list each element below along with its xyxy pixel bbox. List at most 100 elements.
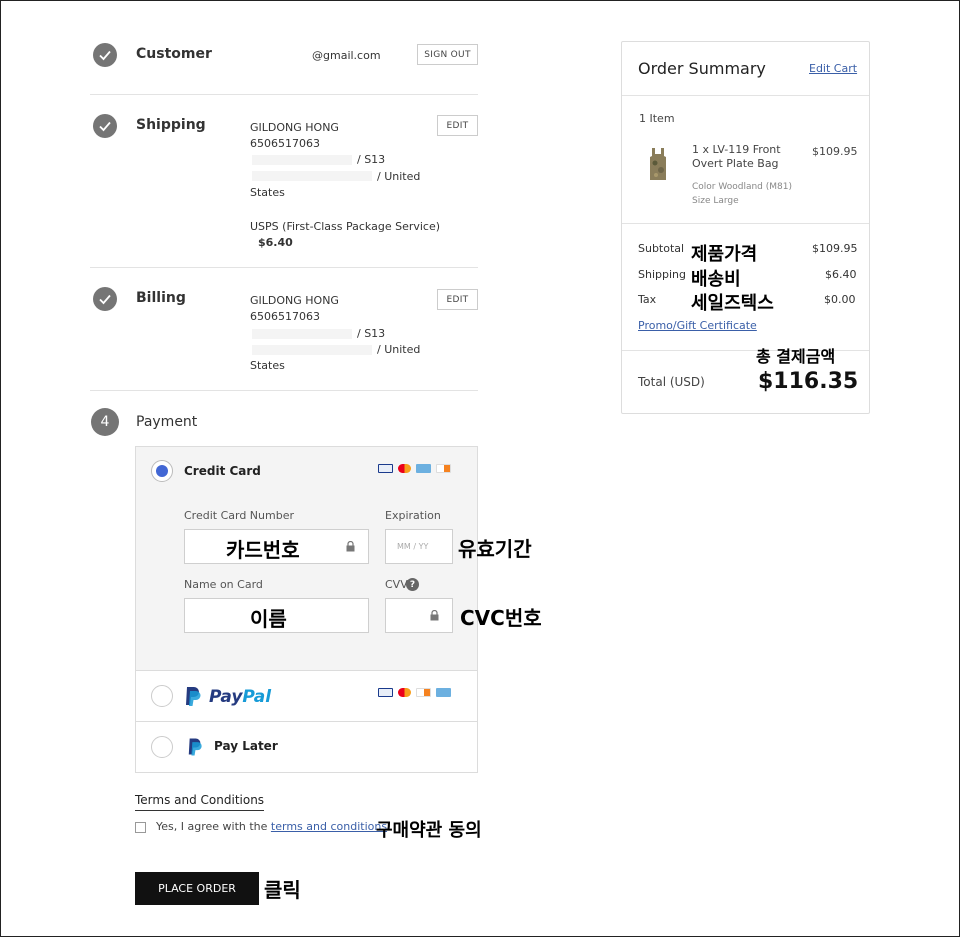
billing-phone: 6506517063: [250, 310, 320, 323]
card-number-label: Credit Card Number: [184, 509, 294, 522]
discover-icon: [416, 688, 431, 697]
visa-icon: [378, 464, 393, 473]
discover-icon: [436, 464, 451, 473]
item-options: Color Woodland (M81) Size Large: [692, 180, 792, 208]
edit-cart-link[interactable]: Edit Cart: [809, 62, 857, 75]
billing-name: GILDONG HONG: [250, 294, 339, 307]
shipping-address-line1: / S13: [357, 153, 386, 166]
billing-address-line1: / S13: [357, 327, 386, 340]
mastercard-icon: [398, 688, 411, 697]
terms-checkbox[interactable]: [135, 822, 146, 833]
shipping-check-icon: [93, 114, 117, 138]
shipping-phone: 6506517063: [250, 137, 320, 150]
subtotal-label: Subtotal: [638, 242, 685, 255]
expiration-label: Expiration: [385, 509, 441, 522]
expiration-annotation: 유효기간: [458, 537, 532, 561]
customer-check-icon: [93, 43, 117, 67]
billing-address-line2: / United: [377, 343, 421, 356]
pay-later-radio[interactable]: [151, 736, 173, 758]
customer-step-title: Customer: [136, 46, 212, 62]
paypal-label: PayPal: [209, 687, 271, 707]
shipping-cost-value: $6.40: [825, 268, 857, 281]
cvv-input[interactable]: [385, 598, 453, 633]
paypal-icon: [188, 738, 202, 756]
paypal-card-logos: [378, 688, 451, 697]
payment-step-title: Payment: [136, 414, 198, 430]
shipping-edit-button[interactable]: EDIT: [437, 115, 478, 136]
item-color: Color Woodland (M81): [692, 182, 792, 192]
credit-card-radio[interactable]: [151, 460, 173, 482]
shipping-step-title: Shipping: [136, 117, 206, 133]
product-thumbnail: [650, 148, 666, 180]
divider: [90, 267, 478, 268]
shipping-cost-label: Shipping: [638, 268, 686, 281]
item-size: Size Large: [692, 196, 739, 206]
help-icon[interactable]: ?: [406, 578, 419, 591]
total-value: $116.35: [758, 369, 859, 394]
shipping-method: USPS (First-Class Package Service): [250, 220, 441, 233]
redacted-address: [252, 329, 352, 339]
tax-annotation: 세일즈텍스: [691, 293, 774, 314]
amex-icon: [416, 464, 431, 473]
paypal-icon: [186, 687, 201, 706]
shipping-address-line3: States: [250, 186, 285, 199]
terms-title: Terms and Conditions: [135, 793, 265, 811]
divider: [622, 223, 869, 224]
promo-gift-link[interactable]: Promo/Gift Certificate: [638, 319, 757, 332]
terms-agree-text: Yes, I agree with the terms and conditio…: [156, 820, 387, 833]
total-annotation: 총 결제금액: [756, 347, 836, 366]
card-logos: [378, 464, 451, 473]
mastercard-icon: [398, 464, 411, 473]
terms-link[interactable]: terms and conditions: [271, 820, 387, 833]
cvv-label: CVV: [385, 578, 408, 591]
shipping-name: GILDONG HONG: [250, 121, 339, 134]
card-number-annotation: 카드번호: [226, 538, 300, 562]
divider: [622, 95, 869, 96]
lock-icon: [430, 610, 439, 621]
paypal-radio[interactable]: [151, 685, 173, 707]
paypal-label-pay: Pay: [209, 687, 243, 707]
total-label: Total (USD): [638, 375, 705, 389]
subtotal-value: $109.95: [812, 242, 858, 255]
shipping-price: $6.40: [258, 236, 293, 249]
billing-edit-button[interactable]: EDIT: [437, 289, 478, 310]
divider: [136, 670, 477, 671]
paypal-label-pal: Pal: [242, 687, 272, 707]
place-order-button[interactable]: PLACE ORDER: [135, 872, 259, 905]
place-order-annotation: 클릭: [264, 878, 301, 902]
subtotal-annotation: 제품가격: [691, 244, 758, 265]
visa-icon: [378, 688, 393, 697]
item-count: 1 Item: [639, 112, 675, 125]
terms-agree-prefix: Yes, I agree with the: [156, 820, 271, 833]
item-name: 1 x LV-119 Front Overt Plate Bag: [692, 143, 781, 171]
customer-email: @gmail.com: [312, 49, 381, 62]
order-summary-title: Order Summary: [638, 59, 766, 78]
tax-value: $0.00: [824, 293, 856, 306]
redacted-address: [252, 155, 352, 165]
sign-out-button[interactable]: SIGN OUT: [417, 44, 478, 65]
cvc-annotation: CVC번호: [460, 606, 542, 630]
pay-later-label: Pay Later: [214, 739, 278, 753]
billing-address-line3: States: [250, 359, 285, 372]
credit-card-label: Credit Card: [184, 464, 261, 478]
lock-icon: [346, 541, 355, 552]
redacted-address: [252, 345, 372, 355]
divider: [90, 94, 478, 95]
item-name-line2: Overt Plate Bag: [692, 157, 779, 170]
tax-label: Tax: [638, 293, 657, 306]
redacted-address: [252, 171, 372, 181]
payment-step-number: 4: [91, 408, 119, 436]
shipping-cost-annotation: 배송비: [691, 269, 741, 290]
item-name-line1: 1 x LV-119 Front: [692, 143, 781, 156]
divider: [136, 721, 477, 722]
name-annotation: 이름: [250, 607, 287, 631]
billing-check-icon: [93, 287, 117, 311]
name-on-card-label: Name on Card: [184, 578, 263, 591]
billing-step-title: Billing: [136, 290, 186, 306]
amex-icon: [436, 688, 451, 697]
item-price: $109.95: [812, 145, 858, 158]
shipping-address-line2: / United: [377, 170, 421, 183]
divider: [90, 390, 478, 391]
terms-annotation: 구매약관 동의: [376, 820, 482, 841]
expiration-placeholder: MM / YY: [397, 542, 429, 551]
